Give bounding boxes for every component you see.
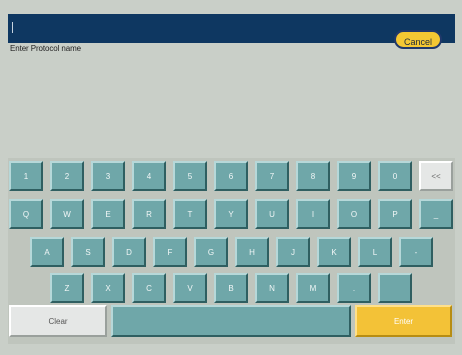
key-l[interactable]: L	[358, 237, 392, 267]
key-v[interactable]: V	[173, 273, 207, 303]
key-t[interactable]: T	[173, 199, 207, 229]
key-j[interactable]: J	[276, 237, 310, 267]
space-bar[interactable]	[111, 305, 351, 337]
key-3[interactable]: 3	[91, 161, 125, 191]
key-o[interactable]: O	[337, 199, 371, 229]
key-d[interactable]: D	[112, 237, 146, 267]
key-z[interactable]: Z	[50, 273, 84, 303]
key-4[interactable]: 4	[132, 161, 166, 191]
key-f[interactable]: F	[153, 237, 187, 267]
key-blank[interactable]	[378, 273, 412, 303]
key-h[interactable]: H	[235, 237, 269, 267]
key-7[interactable]: 7	[255, 161, 289, 191]
key-g[interactable]: G	[194, 237, 228, 267]
key-q[interactable]: Q	[9, 199, 43, 229]
key-5[interactable]: 5	[173, 161, 207, 191]
key-9[interactable]: 9	[337, 161, 371, 191]
key-u[interactable]: U	[255, 199, 289, 229]
text-caret	[12, 22, 13, 33]
prompt-label: Enter Protocol name	[10, 44, 82, 53]
key-6[interactable]: 6	[214, 161, 248, 191]
key-8[interactable]: 8	[296, 161, 330, 191]
key-2[interactable]: 2	[50, 161, 84, 191]
key-k[interactable]: K	[317, 237, 351, 267]
key-c[interactable]: C	[132, 273, 166, 303]
key-s[interactable]: S	[71, 237, 105, 267]
key-i[interactable]: I	[296, 199, 330, 229]
key-b[interactable]: B	[214, 273, 248, 303]
key-p[interactable]: P	[378, 199, 412, 229]
key-y[interactable]: Y	[214, 199, 248, 229]
key-w[interactable]: W	[50, 199, 84, 229]
key-r[interactable]: R	[132, 199, 166, 229]
clear-button[interactable]: Clear	[9, 305, 107, 337]
key-0[interactable]: 0	[378, 161, 412, 191]
key-1[interactable]: 1	[9, 161, 43, 191]
key-x[interactable]: X	[91, 273, 125, 303]
protocol-name-input[interactable]	[8, 14, 455, 43]
key-a[interactable]: A	[30, 237, 64, 267]
key-n[interactable]: N	[255, 273, 289, 303]
key-m[interactable]: M	[296, 273, 330, 303]
key-e[interactable]: E	[91, 199, 125, 229]
key-underscore[interactable]: _	[419, 199, 453, 229]
cancel-button[interactable]: Cancel	[394, 30, 442, 49]
backspace-key[interactable]: <<	[419, 161, 453, 191]
enter-button[interactable]: Enter	[355, 305, 452, 337]
key-period[interactable]: .	[337, 273, 371, 303]
key-dash[interactable]: -	[399, 237, 433, 267]
